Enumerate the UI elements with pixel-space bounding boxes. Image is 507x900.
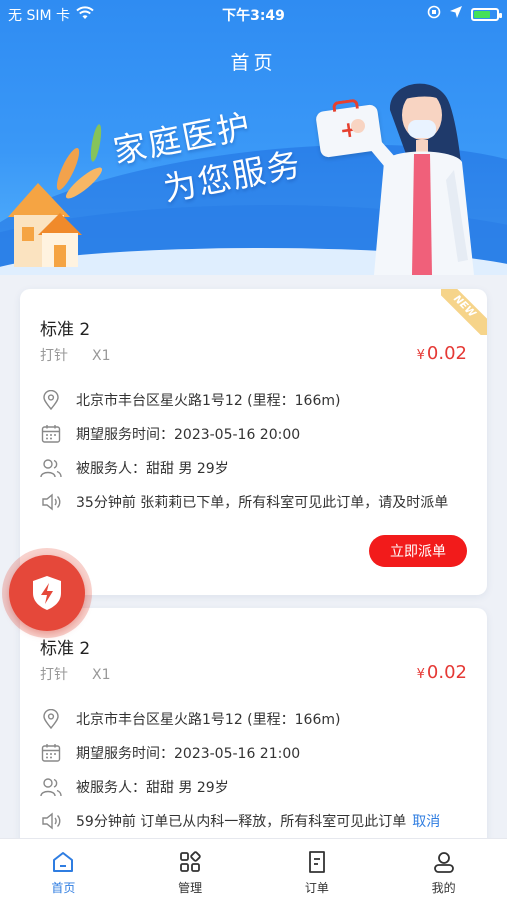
- location-pin-icon: [40, 389, 62, 411]
- grid-icon: [177, 849, 203, 875]
- price-value: 0.02: [426, 343, 467, 364]
- order-icon: [304, 849, 330, 875]
- people-icon: [40, 776, 62, 798]
- bottom-tab-bar: 首页 管理 订单 我的: [0, 838, 507, 900]
- address-text: 北京市丰台区星火路1号12 (里程：166m): [76, 393, 341, 409]
- nurse-illustration: [351, 83, 474, 275]
- dispatch-now-button[interactable]: 立即派单: [369, 535, 467, 567]
- tab-label: 首页: [51, 881, 76, 895]
- tab-manage[interactable]: 管理: [127, 839, 254, 900]
- time-row: 期望服务时间：2023-05-16 21:00: [40, 742, 300, 764]
- tab-mine[interactable]: 我的: [380, 839, 507, 900]
- patient-row: 被服务人：甜甜 男 29岁: [40, 776, 229, 798]
- service-name: 打针: [40, 667, 68, 683]
- order-card[interactable]: NEW 标准 2 打针 X1 ¥0.02 北京市丰台区星火路1号12 (里程：16…: [20, 289, 487, 595]
- expected-time-text: 期望服务时间：2023-05-16 21:00: [76, 746, 301, 762]
- service-quantity: X1: [92, 667, 111, 683]
- service-quantity: X1: [92, 348, 111, 364]
- patient-row: 被服务人：甜甜 男 29岁: [40, 457, 229, 479]
- service-info: 打针 X1: [40, 664, 111, 684]
- status-bar: 无 SIM 卡 下午3:49: [0, 0, 507, 28]
- notice-text: 59分钟前 订单已从内科一释放，所有科室可见此订单: [76, 814, 407, 830]
- speaker-icon: [40, 810, 62, 832]
- new-badge: NEW: [441, 289, 487, 335]
- calendar-icon: [40, 742, 62, 764]
- user-icon: [431, 849, 457, 875]
- expected-time-text: 期望服务时间：2023-05-16 20:00: [76, 427, 301, 443]
- leaf-decoration: [88, 123, 104, 163]
- notice-row: 59分钟前 订单已从内科一释放，所有科室可见此订单 取消: [40, 810, 440, 832]
- shield-lightning-icon: [33, 576, 61, 610]
- tab-label: 管理: [178, 881, 203, 895]
- home-icon: [50, 849, 76, 875]
- service-info: 打针 X1: [40, 345, 111, 365]
- currency-symbol: ¥: [416, 667, 425, 682]
- tab-home[interactable]: 首页: [0, 839, 127, 900]
- header-banner: 无 SIM 卡 下午3:49 首页 家庭医护 为您服务 +: [0, 0, 507, 275]
- price-value: 0.02: [426, 662, 467, 683]
- currency-symbol: ¥: [416, 348, 425, 363]
- patient-text: 被服务人：甜甜 男 29岁: [76, 780, 229, 796]
- address-row: 北京市丰台区星火路1号12 (里程：166m): [40, 708, 340, 730]
- people-icon: [40, 457, 62, 479]
- emergency-fab[interactable]: [2, 548, 92, 638]
- patient-text: 被服务人：甜甜 男 29岁: [76, 461, 229, 477]
- order-card[interactable]: 标准 2 打针 X1 ¥0.02 北京市丰台区星火路1号12 (里程：166m) …: [20, 608, 487, 868]
- lock-rotation-icon: [427, 5, 441, 23]
- house-illustration: [8, 183, 82, 267]
- notice-row: 35分钟前 张莉莉已下单，所有科室可见此订单，请及时派单: [40, 491, 448, 513]
- calendar-icon: [40, 423, 62, 445]
- order-title: 标准 2: [40, 320, 91, 340]
- service-name: 打针: [40, 348, 68, 364]
- location-pin-icon: [40, 708, 62, 730]
- tab-orders[interactable]: 订单: [254, 839, 381, 900]
- order-price: ¥0.02: [417, 662, 467, 683]
- speaker-icon: [40, 491, 62, 513]
- time-row: 期望服务时间：2023-05-16 20:00: [40, 423, 300, 445]
- fab-core: [9, 555, 85, 631]
- battery-icon: [471, 7, 502, 21]
- location-arrow-icon: [449, 5, 463, 23]
- address-text: 北京市丰台区星火路1号12 (里程：166m): [76, 712, 341, 728]
- order-price: ¥0.02: [417, 343, 467, 364]
- address-row: 北京市丰台区星火路1号12 (里程：166m): [40, 389, 340, 411]
- tab-label: 我的: [431, 881, 456, 895]
- cancel-link[interactable]: 取消: [412, 811, 440, 831]
- tab-label: 订单: [304, 881, 329, 895]
- notice-text: 35分钟前 张莉莉已下单，所有科室可见此订单，请及时派单: [76, 495, 449, 511]
